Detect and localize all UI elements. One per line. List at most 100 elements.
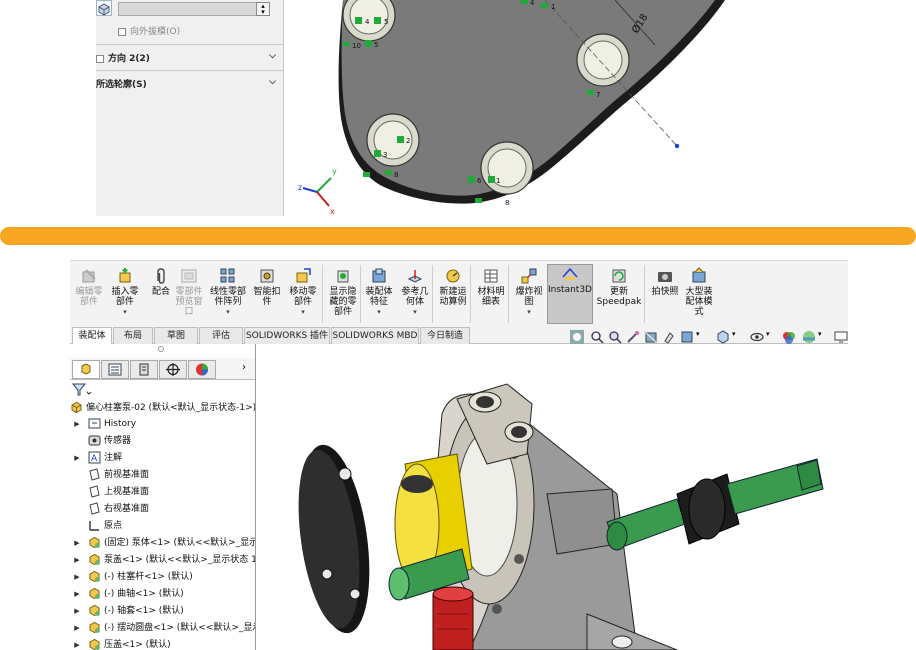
filter-icon[interactable] xyxy=(71,382,92,396)
edit-component-button[interactable]: 编辑零 部件 xyxy=(70,267,108,307)
show-hidden-button[interactable]: 显示隐 藏的零 部件 xyxy=(324,267,362,317)
relation-icon[interactable] xyxy=(374,17,381,24)
tree-item[interactable]: 前视基准面 xyxy=(72,467,149,483)
tree-item[interactable]: 右视基准面 xyxy=(72,501,149,517)
edit-appearance-icon[interactable] xyxy=(782,330,796,344)
expand-arrow-icon[interactable]: ▶ xyxy=(72,552,82,568)
assembly-features-button[interactable]: 装配体 特征 ▾ xyxy=(360,267,398,317)
expand-arrow-icon[interactable]: ▶ xyxy=(72,569,82,585)
tab-display-manager[interactable] xyxy=(188,360,216,379)
chevron-down-icon[interactable]: ▾ xyxy=(106,307,144,317)
tab-configuration-manager[interactable] xyxy=(130,360,158,379)
relation-icon[interactable] xyxy=(343,42,350,46)
chevron-down-icon[interactable]: ▾ xyxy=(818,330,822,338)
chevron-down-icon[interactable]: ▾ xyxy=(732,330,736,338)
relation-icon[interactable] xyxy=(587,90,594,95)
direction2-checkbox[interactable] xyxy=(96,54,104,63)
tree-item[interactable]: 传感器 xyxy=(72,433,131,449)
draft-angle-spinner[interactable]: ▴ ▾ xyxy=(256,2,270,16)
move-component-button[interactable]: 移动零 部件 ▾ xyxy=(284,267,322,317)
draft-outward-checkbox[interactable] xyxy=(118,27,126,36)
tree-item[interactable]: ▶ 泵盖<1> (默认<<默认>_显示状态 1> xyxy=(72,552,255,568)
tab-sketch[interactable]: 草图 xyxy=(154,327,198,344)
tab-solidworks-mbd[interactable]: SOLIDWORKS MBD xyxy=(331,327,419,344)
sketch-point[interactable] xyxy=(674,143,680,149)
draft-outward-row[interactable]: 向外拔模(O) xyxy=(118,24,306,37)
expand-arrow-icon[interactable]: ▶ xyxy=(72,416,82,432)
tab-assembly[interactable]: 装配体 xyxy=(72,327,112,344)
dynamic-annotation-icon[interactable] xyxy=(662,330,676,344)
tab-evaluate[interactable]: 评估 xyxy=(199,327,243,344)
tab-layout[interactable]: 布局 xyxy=(113,327,153,344)
tree-item[interactable]: ▶ (-) 摆动圆盘<1> (默认<<默认>_显示 xyxy=(72,620,255,636)
zoom-to-fit-icon[interactable] xyxy=(590,330,604,344)
tab-dimxpert-manager[interactable] xyxy=(159,360,187,379)
tree-item[interactable]: ▶ (-) 轴套<1> (默认) xyxy=(72,603,184,619)
relation-icon[interactable] xyxy=(468,176,475,183)
insert-component-button[interactable]: 插入零 部件 ▾ xyxy=(106,267,144,317)
relation-icon[interactable] xyxy=(355,17,362,24)
gland-part[interactable] xyxy=(432,586,474,650)
model-viewport[interactable] xyxy=(257,344,848,650)
component-preview-button[interactable]: 零部件 预览窗 口 xyxy=(170,267,208,317)
tab-manufacturing[interactable]: 今日制造 xyxy=(420,327,470,344)
tree-item[interactable]: ▶ 压盖<1> (默认) xyxy=(72,637,171,650)
apply-scene-icon[interactable] xyxy=(802,330,816,344)
chevron-down-icon[interactable]: ▾ xyxy=(206,307,250,317)
crankshaft-part[interactable] xyxy=(606,458,824,551)
scrollbar-handle[interactable] xyxy=(254,584,255,604)
relation-icon[interactable] xyxy=(385,170,392,175)
hide-show-icon[interactable] xyxy=(750,330,764,344)
relation-icon[interactable] xyxy=(488,176,495,183)
view-settings-icon[interactable] xyxy=(680,330,694,344)
tree-item[interactable]: 上视基准面 xyxy=(72,484,149,500)
draft-toggle-icon[interactable] xyxy=(96,0,112,16)
selected-contours-row[interactable]: 所选轮廓(S) ⌵ xyxy=(96,77,284,90)
display-style-icon[interactable] xyxy=(716,330,730,344)
pump-cover-part[interactable] xyxy=(289,440,380,637)
tree-item[interactable]: 原点 xyxy=(72,518,122,534)
exploded-view-button[interactable]: 爆炸视 图 ▾ xyxy=(510,267,548,317)
draft-angle-input[interactable] xyxy=(118,2,264,16)
chevron-down-icon[interactable]: ▾ xyxy=(696,330,700,338)
take-snapshot-button[interactable]: 拍快照 xyxy=(646,267,684,297)
direction2-row[interactable]: 方向 2(2) ⌵ xyxy=(96,51,284,64)
tree-item[interactable]: ▶ (固定) 泵体<1> (默认<<默认>_显示状 xyxy=(72,535,255,551)
chevron-down-icon[interactable]: ▾ xyxy=(396,307,434,317)
tab-feature-manager[interactable] xyxy=(72,360,100,379)
relation-icon[interactable] xyxy=(374,150,381,157)
tab-solidworks-addins[interactable]: SOLIDWORKS 插件 xyxy=(244,327,330,344)
section-view-icon[interactable] xyxy=(644,330,658,344)
relation-icon[interactable] xyxy=(475,198,482,203)
chevron-down-icon[interactable]: ▾ xyxy=(360,307,398,317)
sketch-viewport[interactable]: Ø18 4 5 10 5 4 1 7 2 3 9 8 6 1 8 y x z xyxy=(285,0,820,216)
expand-arrow-icon[interactable]: ▶ xyxy=(72,586,82,602)
chevron-down-icon[interactable]: ⌵ xyxy=(269,77,276,87)
chevron-down-icon[interactable]: ⌵ xyxy=(269,51,276,61)
expand-arrow-icon[interactable]: ▶ xyxy=(72,603,82,619)
bill-of-materials-button[interactable]: 材料明 细表 xyxy=(472,267,510,307)
chevron-down-icon[interactable]: ▾ xyxy=(284,307,322,317)
instant3d-button[interactable]: Instant3D xyxy=(547,264,593,324)
view-orientation-icon[interactable] xyxy=(570,330,584,344)
expand-arrow-icon[interactable]: ▶ xyxy=(72,450,82,466)
linear-pattern-button[interactable]: 线性零部 件阵列 ▾ xyxy=(206,267,250,317)
chevron-down-icon[interactable]: ▾ xyxy=(766,330,770,338)
chevron-right-icon[interactable]: › xyxy=(242,362,246,373)
tree-root-assembly[interactable]: 偏心柱塞泵-02 (默认<默认_显示状态-1>) xyxy=(70,400,255,416)
large-assembly-mode-button[interactable]: 大型装 配体模 式 xyxy=(680,267,718,317)
zoom-area-icon[interactable] xyxy=(608,330,622,344)
tree-item[interactable]: ▶ (-) 曲轴<1> (默认) xyxy=(72,586,184,602)
smart-fasteners-button[interactable]: 智能扣 件 xyxy=(248,267,286,307)
expand-arrow-icon[interactable]: ▶ xyxy=(72,620,82,636)
previous-view-icon[interactable] xyxy=(626,330,640,344)
expand-arrow-icon[interactable]: ▶ xyxy=(72,535,82,551)
tab-property-manager[interactable] xyxy=(101,360,129,379)
relation-icon[interactable] xyxy=(521,0,528,4)
tree-item[interactable]: ▶ A 注解 xyxy=(72,450,122,466)
new-motion-study-button[interactable]: 新建运 动算例 xyxy=(434,267,472,307)
tree-item[interactable]: ▶ History xyxy=(72,416,136,432)
relation-icon[interactable] xyxy=(541,3,548,8)
tree-item[interactable]: ▶ (-) 柱塞杆<1> (默认) xyxy=(72,569,193,585)
update-speedpak-button[interactable]: 更新 Speedpak xyxy=(596,267,642,307)
